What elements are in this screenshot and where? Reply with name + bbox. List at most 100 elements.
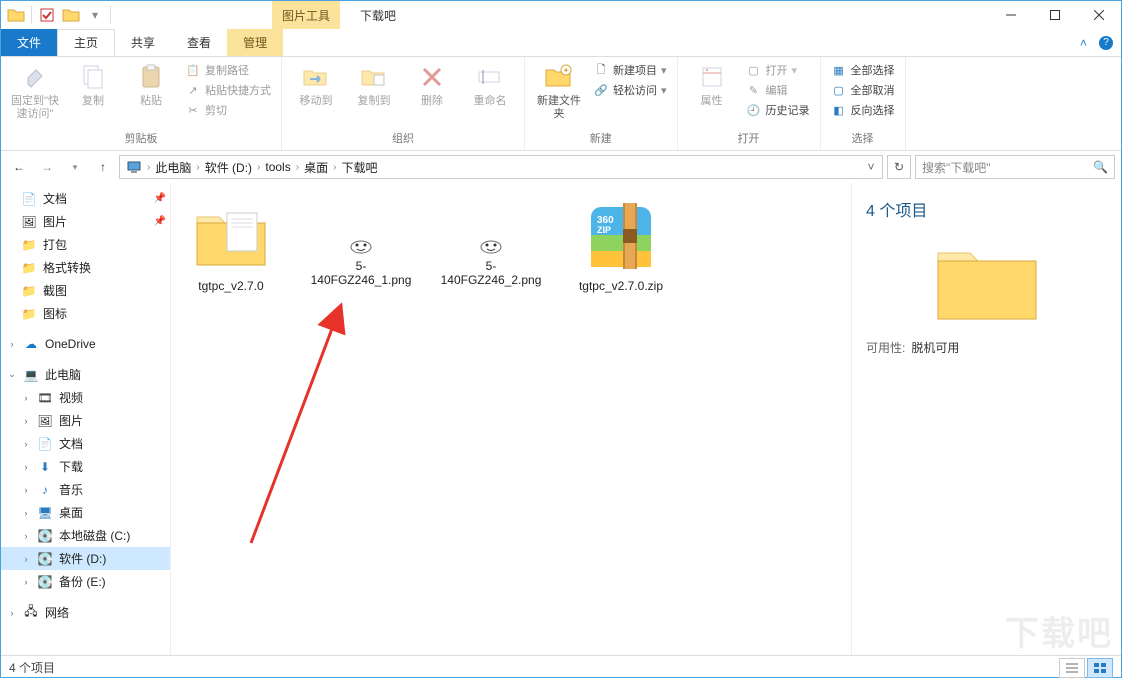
nav-item-music[interactable]: ›♪音乐 — [1, 478, 170, 501]
recent-locations-button[interactable]: ▾ — [63, 155, 87, 179]
easy-access-icon: 🔗 — [593, 82, 609, 98]
ribbon-collapse-icon[interactable]: ˄ — [1080, 36, 1087, 50]
nav-item-drive-e[interactable]: ›💽备份 (E:) — [1, 570, 170, 593]
easy-access-button[interactable]: 🔗轻松访问▾ — [589, 81, 671, 99]
breadcrumb-root[interactable]: 此电脑 — [151, 159, 195, 176]
pin-button[interactable]: 固定到"快速访问" — [7, 59, 63, 123]
tab-manage[interactable]: 管理 — [227, 29, 283, 56]
view-details-button[interactable] — [1059, 658, 1085, 678]
pc-icon: 💻 — [23, 367, 39, 383]
breadcrumb-pc-icon[interactable] — [122, 160, 146, 174]
file-name: tgtpc_v2.7.0.zip — [579, 279, 663, 293]
paste-button[interactable]: 粘贴 — [123, 59, 179, 110]
nav-item-video[interactable]: ›🎞视频 — [1, 386, 170, 409]
main-area: 📄文档📌 🖼图片📌 📁打包 📁格式转换 📁截图 📁图标 ›☁OneDrive ⌄… — [1, 183, 1121, 655]
group-label-new: 新建 — [531, 128, 671, 150]
image-thumb-icon — [451, 197, 531, 257]
paste-shortcut-button[interactable]: ↗粘贴快捷方式 — [181, 81, 275, 99]
shortcut-icon: ↗ — [185, 82, 201, 98]
select-none-button[interactable]: ▢全部取消 — [827, 81, 899, 99]
select-all-button[interactable]: ▦全部选择 — [827, 61, 899, 79]
select-none-icon: ▢ — [831, 82, 847, 98]
cut-button[interactable]: ✂剪切 — [181, 101, 275, 119]
copy-to-icon — [358, 61, 390, 93]
copy-to-button[interactable]: 复制到 — [346, 59, 402, 110]
folder-icon[interactable] — [5, 4, 27, 26]
group-open: 属性 ▢打开▾ ✎编辑 🕘历史记录 打开 — [678, 57, 821, 150]
breadcrumb-folder1[interactable]: tools — [261, 160, 294, 174]
invert-selection-button[interactable]: ◧反向选择 — [827, 101, 899, 119]
scissors-icon: ✂ — [185, 102, 201, 118]
file-item-png2[interactable]: 5-140FGZ246_2.png — [441, 197, 541, 287]
nav-item-downloads[interactable]: ›⬇下载 — [1, 455, 170, 478]
nav-item-format[interactable]: 📁格式转换 — [1, 256, 170, 279]
search-box[interactable]: 搜索"下载吧" 🔍 — [915, 155, 1115, 179]
nav-item-onedrive[interactable]: ›☁OneDrive — [1, 333, 170, 355]
open-button[interactable]: ▢打开▾ — [742, 61, 814, 79]
qat-overflow-icon[interactable]: ▾ — [84, 4, 106, 26]
group-select: ▦全部选择 ▢全部取消 ◧反向选择 选择 — [821, 57, 906, 150]
download-icon: ⬇ — [37, 459, 53, 475]
nav-item-network[interactable]: ›🖧网络 — [1, 601, 170, 624]
folder-icon: 📁 — [21, 283, 37, 299]
forward-button[interactable]: → — [35, 155, 59, 179]
breadcrumb-folder2[interactable]: 桌面 — [300, 159, 332, 176]
tab-share[interactable]: 共享 — [115, 29, 171, 56]
breadcrumb-folder3[interactable]: 下载吧 — [337, 159, 381, 176]
edit-button[interactable]: ✎编辑 — [742, 81, 814, 99]
navigation-pane[interactable]: 📄文档📌 🖼图片📌 📁打包 📁格式转换 📁截图 📁图标 ›☁OneDrive ⌄… — [1, 183, 171, 655]
copy-path-button[interactable]: 📋复制路径 — [181, 61, 275, 79]
file-item-png1[interactable]: 5-140FGZ246_1.png — [311, 197, 411, 287]
delete-button[interactable]: 删除 — [404, 59, 460, 110]
nav-item-documents[interactable]: 📄文档📌 — [1, 187, 170, 210]
help-icon[interactable]: ? — [1099, 36, 1113, 50]
tab-home[interactable]: 主页 — [57, 29, 115, 56]
network-icon: 🖧 — [23, 605, 39, 621]
folder-thumb-icon — [191, 197, 271, 277]
close-button[interactable] — [1077, 1, 1121, 29]
breadcrumb-dropdown-icon[interactable]: ˅ — [862, 160, 880, 174]
nav-item-pack[interactable]: 📁打包 — [1, 233, 170, 256]
history-icon: 🕘 — [746, 102, 762, 118]
nav-item-docs2[interactable]: ›📄文档 — [1, 432, 170, 455]
qat-checkbox-icon[interactable] — [36, 4, 58, 26]
up-button[interactable]: ↑ — [91, 155, 115, 179]
nav-item-thispc[interactable]: ⌄💻此电脑 — [1, 363, 170, 386]
move-to-button[interactable]: 移动到 — [288, 59, 344, 110]
new-folder-button[interactable]: ✦新建文件夹 — [531, 59, 587, 123]
nav-item-screenshot[interactable]: 📁截图 — [1, 279, 170, 302]
delete-icon — [416, 61, 448, 93]
nav-item-icons[interactable]: 📁图标 — [1, 302, 170, 325]
tab-view[interactable]: 查看 — [171, 29, 227, 56]
view-icons-button[interactable] — [1087, 658, 1113, 678]
group-organize: 移动到 复制到 删除 重命名 组织 — [282, 57, 525, 150]
nav-item-pictures2[interactable]: ›🖼图片 — [1, 409, 170, 432]
back-button[interactable]: ← — [7, 155, 31, 179]
image-thumb-icon — [321, 197, 401, 257]
minimize-button[interactable] — [989, 1, 1033, 29]
music-icon: ♪ — [37, 482, 53, 498]
file-item-zip[interactable]: 360 ZIP tgtpc_v2.7.0.zip — [571, 197, 671, 293]
svg-text:✦: ✦ — [563, 66, 570, 75]
breadcrumb-drive[interactable]: 软件 (D:) — [201, 159, 256, 176]
nav-item-drive-d[interactable]: ›💽软件 (D:) — [1, 547, 170, 570]
history-button[interactable]: 🕘历史记录 — [742, 101, 814, 119]
nav-item-desktop[interactable]: ›🖥桌面 — [1, 501, 170, 524]
maximize-button[interactable] — [1033, 1, 1077, 29]
group-new: ✦新建文件夹 🗋新建项目▾ 🔗轻松访问▾ 新建 — [525, 57, 678, 150]
properties-button[interactable]: 属性 — [684, 59, 740, 110]
select-all-icon: ▦ — [831, 62, 847, 78]
copy-button[interactable]: 复制 — [65, 59, 121, 110]
rename-button[interactable]: 重命名 — [462, 59, 518, 110]
nav-item-drive-c[interactable]: ›💽本地磁盘 (C:) — [1, 524, 170, 547]
qat-folder-icon[interactable] — [60, 4, 82, 26]
tab-file[interactable]: 文件 — [1, 29, 57, 56]
new-item-button[interactable]: 🗋新建项目▾ — [589, 61, 671, 79]
quick-access-toolbar: ▾ — [1, 1, 117, 29]
pin-icon — [19, 61, 51, 93]
nav-item-pictures[interactable]: 🖼图片📌 — [1, 210, 170, 233]
refresh-button[interactable]: ↻ — [887, 155, 911, 179]
file-item-folder[interactable]: tgtpc_v2.7.0 — [181, 197, 281, 293]
breadcrumb[interactable]: › 此电脑› 软件 (D:)› tools› 桌面› 下载吧 ˅ — [119, 155, 883, 179]
file-list[interactable]: tgtpc_v2.7.0 5-140FGZ246_1.png 5-140FGZ2… — [171, 183, 851, 655]
